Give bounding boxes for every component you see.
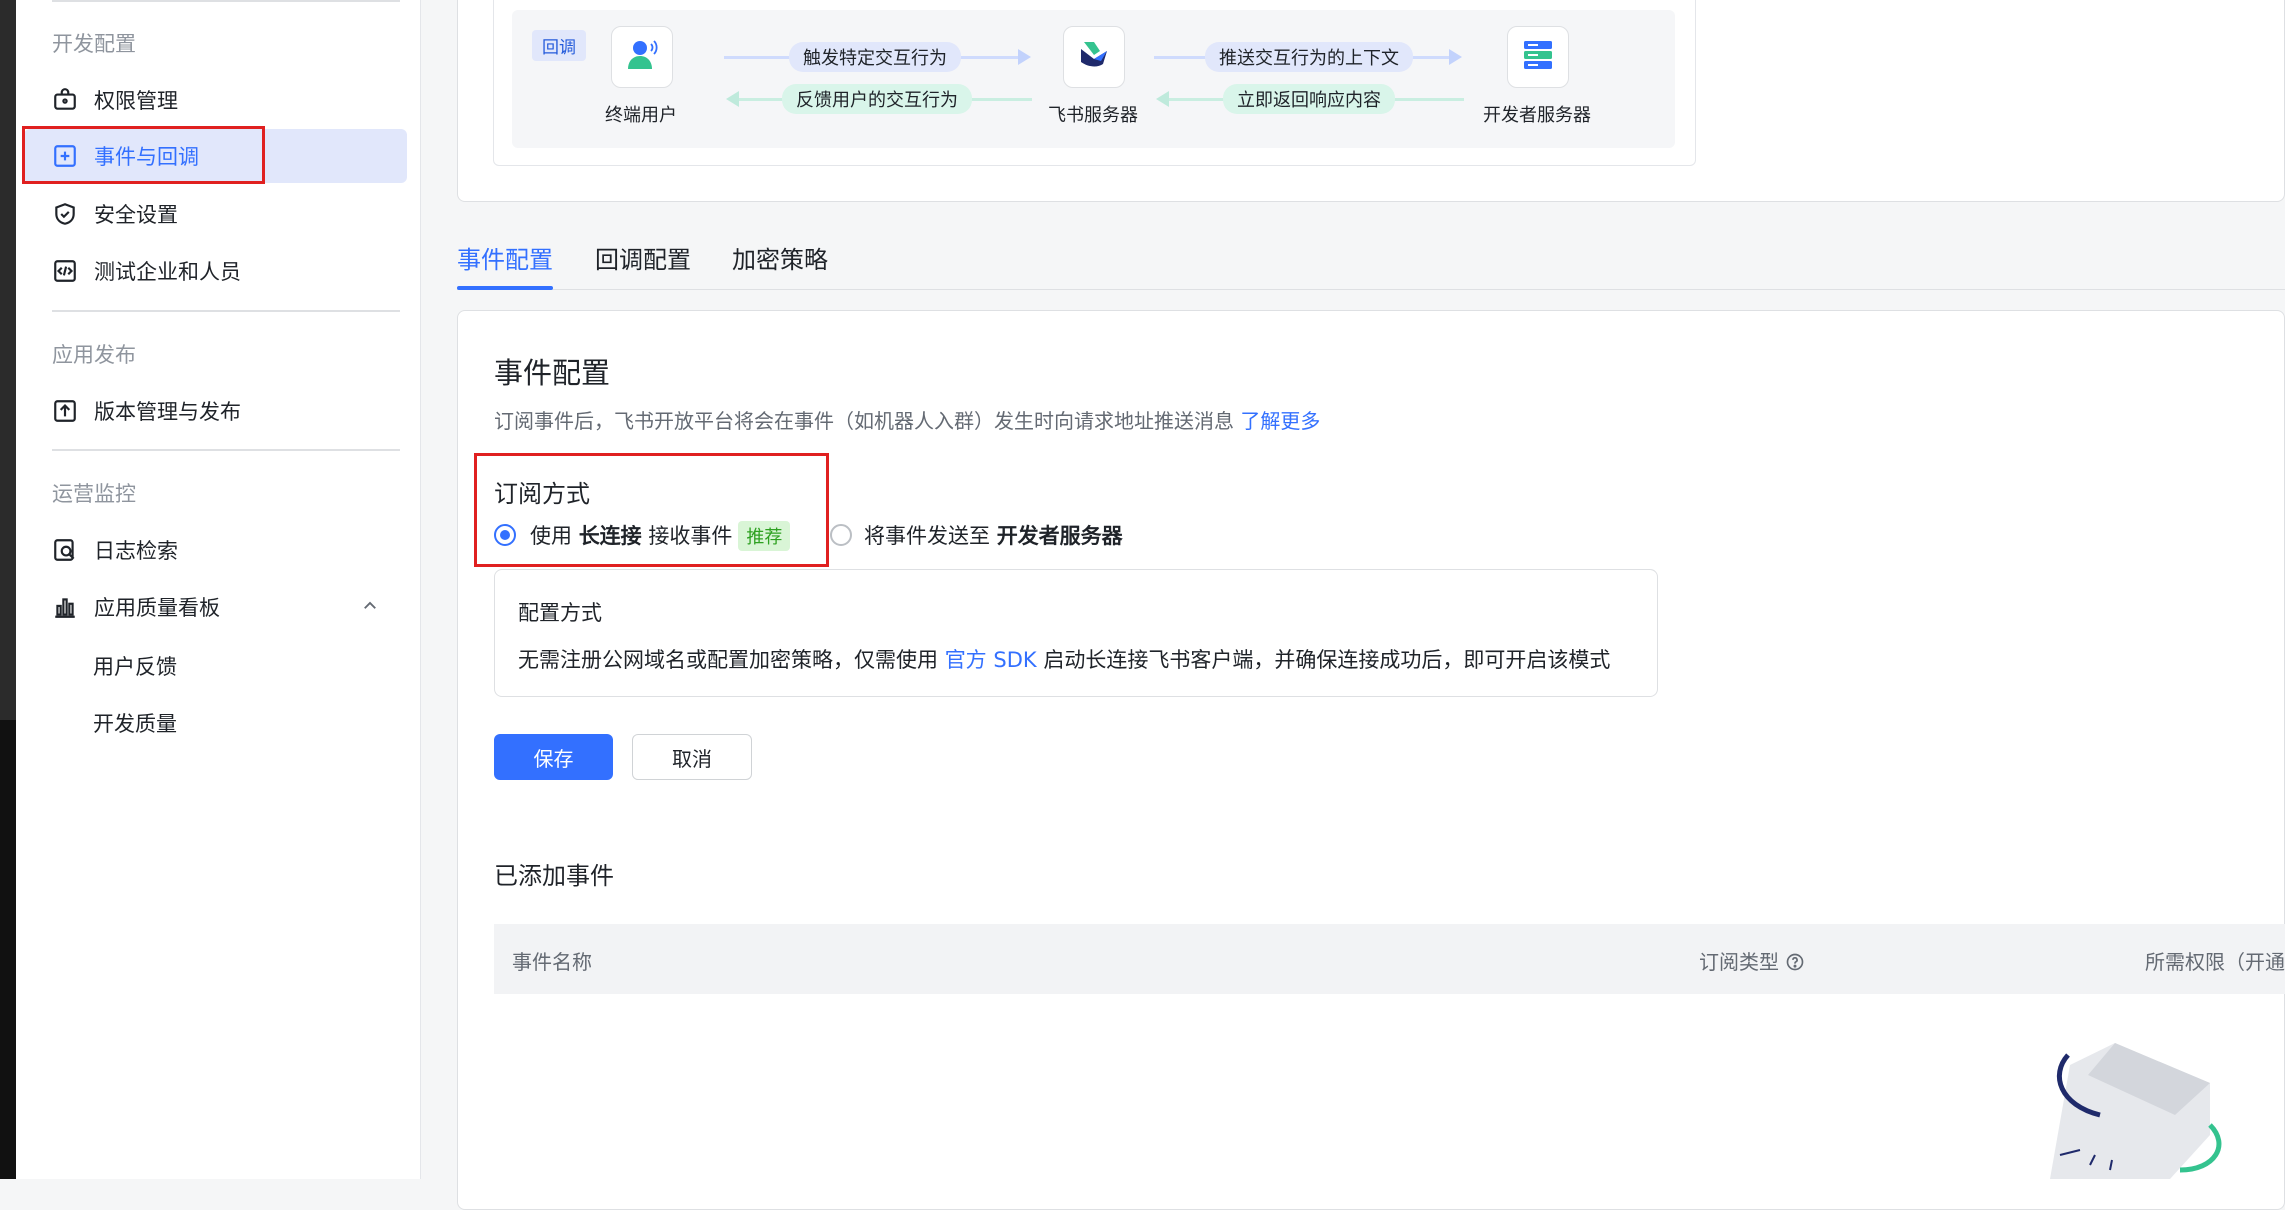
plus-square-icon — [52, 143, 78, 169]
sidebar-item-version-release[interactable]: 版本管理与发布 — [32, 384, 403, 438]
log-search-icon — [52, 537, 78, 563]
th-subscription-type-label: 订阅类型 — [1699, 950, 1779, 974]
flow-tag: 回调 — [532, 30, 586, 61]
shield-check-icon — [52, 201, 78, 227]
sidebar-item-label: 版本管理与发布 — [94, 400, 241, 424]
sidebar-item-label: 应用质量看板 — [94, 596, 220, 620]
feishu-server-node — [1063, 26, 1125, 88]
option1-bold: 长连接 — [578, 524, 642, 548]
arrow-left-icon — [1156, 91, 1169, 107]
sidebar-divider — [52, 310, 400, 312]
recommended-badge: 推荐 — [738, 521, 791, 551]
section-title: 事件配置 — [494, 356, 611, 390]
sidebar-item-label: 安全设置 — [94, 203, 178, 227]
upload-box-icon — [52, 398, 78, 424]
sidebar-item-permissions[interactable]: 权限管理 — [32, 73, 403, 127]
option-dev-server[interactable]: 将事件发送至 开发者服务器 — [864, 520, 1123, 550]
option-long-connection[interactable]: 使用 长连接 接收事件 推荐 — [530, 520, 791, 551]
sidebar-divider — [52, 0, 400, 2]
sidebar-item-events-callbacks[interactable]: 事件与回调 — [24, 129, 407, 183]
code-box-icon — [52, 258, 78, 284]
sidebar-item-security[interactable]: 安全设置 — [32, 187, 403, 241]
section-description: 订阅事件后，飞书开放平台将会在事件（如机器人入群）发生时向请求地址推送消息 了解… — [494, 405, 1320, 434]
arrow-left-icon — [726, 91, 739, 107]
method-text-before: 无需注册公网域名或配置加密策略，仅需使用 — [518, 648, 938, 672]
sidebar-item-label: 权限管理 — [94, 89, 178, 113]
question-circle-icon[interactable] — [1785, 952, 1805, 977]
arrow-trigger-label: 触发特定交互行为 — [789, 42, 961, 72]
added-events-title: 已添加事件 — [494, 862, 614, 890]
dev-server-node — [1507, 26, 1569, 88]
sidebar-section-ops: 运营监控 — [52, 482, 136, 506]
tabs-divider — [457, 289, 2285, 290]
save-button[interactable]: 保存 — [494, 734, 613, 780]
sidebar-section-release: 应用发布 — [52, 343, 136, 367]
sidebar-item-label: 日志检索 — [94, 539, 178, 563]
sidebar-item-label: 测试企业和人员 — [94, 260, 241, 284]
tab-event-config[interactable]: 事件配置 — [457, 240, 553, 275]
learn-more-link[interactable]: 了解更多 — [1240, 409, 1320, 433]
sidebar-divider — [52, 449, 400, 451]
events-table-header — [494, 924, 2285, 994]
method-text-after: 启动长连接飞书客户端，并确保连接成功后，即可开启该模式 — [1043, 648, 1611, 672]
th-subscription-type: 订阅类型 — [1699, 946, 1805, 977]
bar-chart-icon — [52, 594, 78, 620]
tab-encryption[interactable]: 加密策略 — [732, 240, 828, 275]
sidebar-item-label: 事件与回调 — [94, 145, 199, 169]
end-user-label: 终端用户 — [605, 105, 677, 126]
window-edge — [0, 0, 16, 1179]
tab-callback-config[interactable]: 回调配置 — [595, 240, 691, 275]
config-method-title: 配置方式 — [518, 601, 602, 625]
sidebar-item-log-search[interactable]: 日志检索 — [32, 523, 403, 577]
sidebar-subitem-dev-quality[interactable]: 开发质量 — [93, 708, 177, 738]
config-method-text: 无需注册公网域名或配置加密策略，仅需使用 官方 SDK 启动长连接飞书客户端，并… — [518, 644, 1610, 674]
option1-prefix: 使用 — [530, 524, 572, 548]
sidebar-item-test-org[interactable]: 测试企业和人员 — [32, 244, 403, 298]
arrow-right-icon — [1449, 49, 1462, 65]
cancel-button[interactable]: 取消 — [632, 734, 752, 780]
sidebar-subitem-user-feedback[interactable]: 用户反馈 — [93, 651, 177, 681]
subscription-method-label: 订阅方式 — [494, 480, 590, 508]
end-user-node — [611, 26, 673, 88]
description-text: 订阅事件后，飞书开放平台将会在事件（如机器人入群）发生时向请求地址推送消息 — [494, 409, 1234, 433]
arrow-feedback-label: 反馈用户的交互行为 — [782, 84, 972, 114]
user-icon — [622, 35, 662, 79]
arrow-right-icon — [1018, 49, 1031, 65]
dev-server-label: 开发者服务器 — [1483, 105, 1591, 126]
radio-dev-server[interactable] — [830, 524, 852, 546]
arrow-push-label: 推送交互行为的上下文 — [1205, 42, 1413, 72]
th-event-name: 事件名称 — [512, 950, 592, 974]
option1-suffix: 接收事件 — [648, 524, 733, 548]
config-method-box — [494, 569, 1658, 697]
sidebar-item-quality-board[interactable]: 应用质量看板 — [32, 580, 403, 634]
chevron-up-icon[interactable] — [361, 597, 379, 619]
radio-long-connection[interactable] — [494, 524, 516, 546]
sidebar-section-dev-config: 开发配置 — [52, 32, 136, 56]
th-required-permission: 所需权限（开通 — [2145, 950, 2285, 974]
empty-state-illustration — [2040, 1035, 2285, 1183]
arrow-response-label: 立即返回响应内容 — [1223, 84, 1395, 114]
briefcase-lock-icon — [52, 87, 78, 113]
feishu-server-label: 飞书服务器 — [1048, 105, 1138, 126]
option2-bold: 开发者服务器 — [996, 524, 1123, 548]
server-icon — [1518, 35, 1558, 79]
official-sdk-link[interactable]: 官方 SDK — [945, 648, 1037, 672]
option2-prefix: 将事件发送至 — [864, 524, 990, 548]
feishu-logo-icon — [1074, 35, 1114, 79]
tab-active-indicator — [457, 286, 553, 290]
